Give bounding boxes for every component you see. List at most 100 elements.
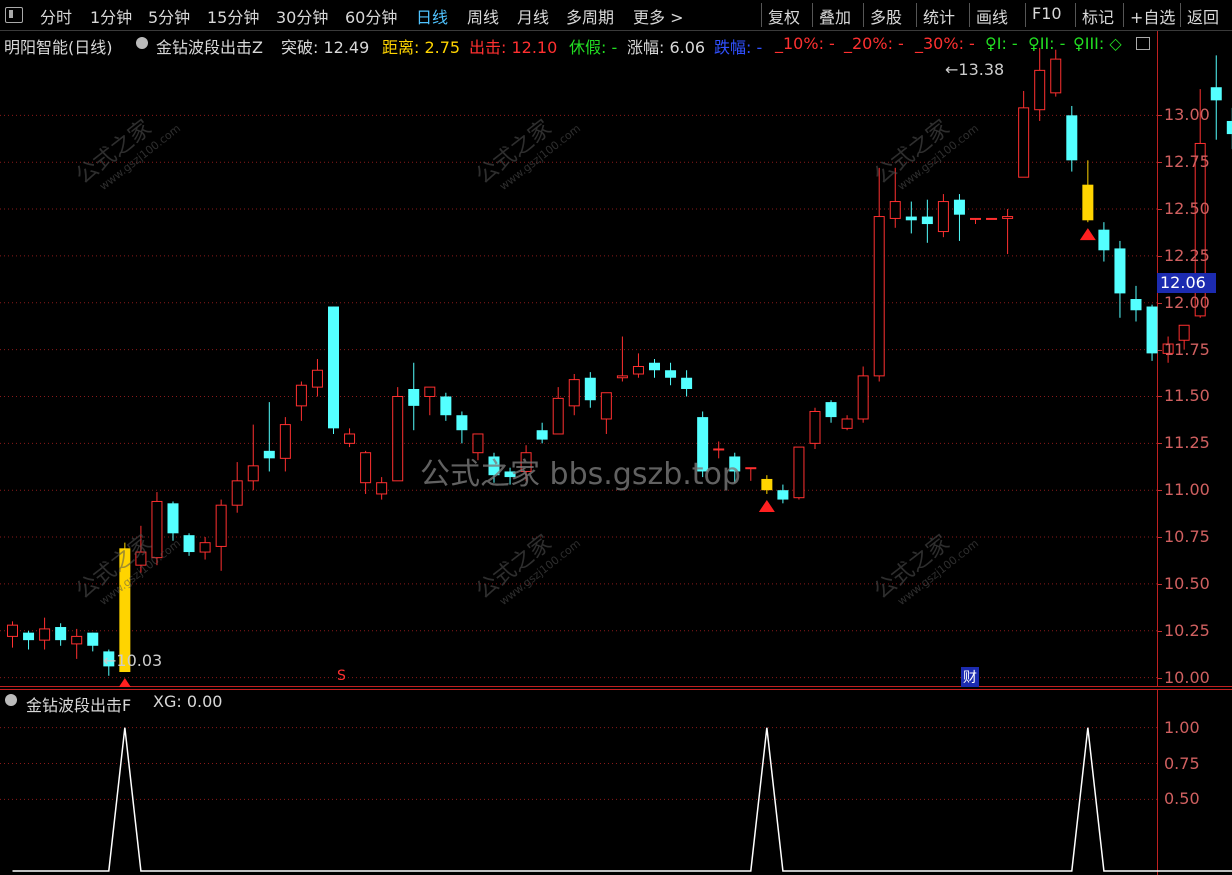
- candle-body: [1146, 306, 1158, 354]
- axis-tick: [1158, 677, 1162, 679]
- price-axis-label: 12.00: [1164, 292, 1210, 312]
- axis-tick: [1158, 537, 1162, 539]
- candle-body: [360, 452, 372, 484]
- finance-tag[interactable]: 财: [961, 667, 979, 687]
- axis-tick: [1158, 583, 1162, 585]
- candle-body: [857, 375, 869, 420]
- price-axis-label: 11.25: [1164, 433, 1210, 453]
- candle-body: [1210, 87, 1222, 101]
- tab-period-4[interactable]: 30分钟: [276, 4, 328, 28]
- candle-body: [376, 482, 388, 495]
- price-axis-label: 13.00: [1164, 105, 1210, 125]
- price-axis-label: 10.25: [1164, 620, 1210, 640]
- toolbar-separator: [812, 3, 813, 27]
- tab-period-8[interactable]: 月线: [517, 4, 549, 28]
- tab-period-7[interactable]: 周线: [467, 4, 499, 28]
- tab-period-1[interactable]: 1分钟: [90, 4, 132, 28]
- tab-period-0[interactable]: 分时: [40, 4, 72, 28]
- candle-body: [809, 410, 821, 444]
- sub-chart-panel[interactable]: 金钻波段出击F XG: 0.00 1.00 0.75 0.50: [0, 689, 1232, 875]
- candle-body: [456, 415, 468, 431]
- toolbar-button-5[interactable]: F10: [1032, 4, 1062, 23]
- candle-body: [568, 379, 580, 407]
- candle-body: [1114, 248, 1126, 294]
- price-axis-label: 11.75: [1164, 339, 1210, 359]
- candle-body: [953, 199, 965, 215]
- price-axis-label: 10.00: [1164, 667, 1210, 687]
- toolbar-button-3[interactable]: 统计: [923, 4, 955, 28]
- candle-body: [921, 216, 933, 225]
- candle-body: [777, 490, 789, 500]
- axis-tick: [1158, 115, 1162, 117]
- sub-axis-label: 0.50: [1164, 789, 1200, 809]
- toolbar-button-8[interactable]: 返回: [1187, 4, 1219, 28]
- tab-period-9[interactable]: 多周期: [566, 4, 614, 28]
- axis-tick: [1158, 162, 1162, 164]
- candle-body: [1226, 120, 1232, 135]
- candle-body: [745, 467, 757, 470]
- price-axis-label: 10.75: [1164, 527, 1210, 547]
- toolbar-separator: [863, 3, 864, 27]
- candle-body: [87, 632, 99, 646]
- candle-body: [328, 306, 339, 429]
- axis-tick: [1158, 302, 1162, 304]
- candle-body: [199, 542, 211, 553]
- candle-body: [183, 535, 195, 553]
- tab-period-5[interactable]: 60分钟: [345, 4, 397, 28]
- candle-body: [23, 632, 35, 641]
- tab-period-10[interactable]: 更多 >: [633, 4, 684, 28]
- candle-body: [279, 424, 291, 459]
- tab-period-6[interactable]: 日线: [416, 4, 448, 28]
- price-axis-label: 11.00: [1164, 480, 1210, 500]
- toolbar-button-2[interactable]: 多股: [870, 4, 902, 28]
- period-toolbar: 分时 1分钟 5分钟 15分钟 30分钟 60分钟 日线 周线 月线 多周期 更多 > 复权 叠加 多股…: [0, 0, 1232, 31]
- axis-tick: [1158, 349, 1162, 351]
- axis-tick: [1158, 443, 1162, 445]
- candle-body: [344, 433, 356, 444]
- toolbar-separator: [1180, 3, 1181, 27]
- high-price-label: ←13.38: [945, 60, 1005, 79]
- toolbar-button-4[interactable]: 画线: [976, 4, 1008, 28]
- candle-body: [408, 388, 420, 406]
- candle-body: [584, 377, 596, 401]
- toolbar-button-0[interactable]: 复权: [768, 4, 800, 28]
- candle-body: [1002, 216, 1014, 219]
- candle-body: [905, 216, 917, 221]
- candle-body: [681, 377, 693, 389]
- candle-body: [424, 386, 436, 397]
- toolbar-button-7[interactable]: +自选: [1130, 4, 1175, 28]
- toolbar-separator: [916, 3, 917, 27]
- price-axis-label: 11.50: [1164, 386, 1210, 406]
- candle-body: [1018, 107, 1030, 178]
- candle-body: [1130, 299, 1142, 311]
- candle-body: [600, 392, 612, 420]
- candle-body: [247, 465, 259, 482]
- candle-body: [392, 395, 404, 482]
- candle-body: [1050, 58, 1062, 94]
- tab-period-3[interactable]: 15分钟: [207, 4, 259, 28]
- tab-period-2[interactable]: 5分钟: [148, 4, 190, 28]
- panel-toggle-icon[interactable]: [5, 7, 23, 23]
- candle-body: [793, 446, 805, 499]
- toolbar-button-1[interactable]: 叠加: [819, 4, 851, 28]
- toolbar-button-6[interactable]: 标记: [1082, 4, 1114, 28]
- main-chart-panel[interactable]: 明阳智能(日线) 金钻波段出击Z 突破: 12.49 距离: 2.75 出击: …: [0, 31, 1232, 687]
- candle-body: [889, 201, 901, 219]
- watermark-center: 公式之家 bbs.gszb.top: [420, 457, 741, 492]
- toolbar-separator: [1123, 3, 1124, 27]
- price-axis-label: 12.50: [1164, 199, 1210, 219]
- price-axis-label: 12.25: [1164, 245, 1210, 265]
- price-axis-label: 12.75: [1164, 152, 1210, 172]
- candle-body: [632, 365, 644, 375]
- candle-body: [649, 362, 660, 371]
- candle-body: [39, 628, 51, 641]
- candle-body: [1066, 115, 1078, 161]
- candle-body: [263, 450, 275, 459]
- candle-body: [231, 480, 243, 506]
- candle-body: [616, 375, 628, 379]
- candle-body: [986, 217, 998, 220]
- toolbar-separator: [969, 3, 970, 27]
- candle-body: [761, 478, 773, 491]
- toolbar-separator: [761, 3, 762, 27]
- candle-body: [7, 624, 18, 637]
